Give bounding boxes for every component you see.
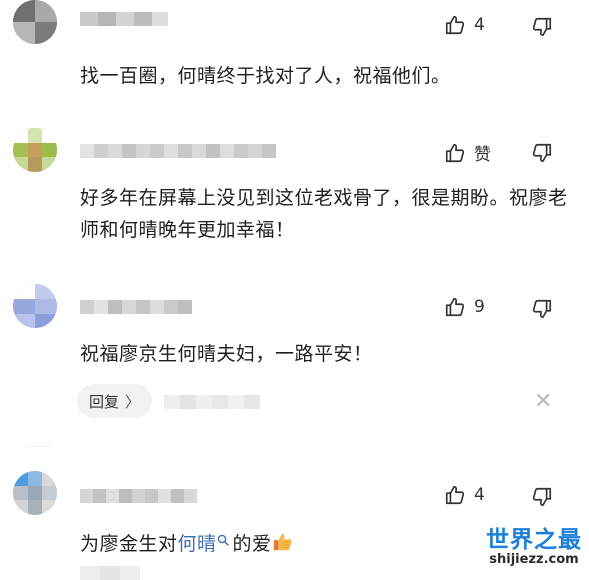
username-blurred	[80, 489, 197, 503]
like-label: 赞	[474, 145, 491, 165]
thumbs-down-icon	[532, 143, 552, 163]
thumbs-up-icon	[445, 15, 465, 35]
like-button[interactable]: 9	[444, 296, 485, 318]
reply-preview-blurred	[164, 395, 260, 409]
chevron-right-icon: 〉	[125, 392, 141, 411]
thumbs-down-icon	[532, 17, 552, 37]
like-count: 4	[474, 15, 485, 35]
keyword-link[interactable]: 何晴	[178, 533, 217, 555]
thumbs-down-icon	[532, 299, 552, 319]
dislike-button[interactable]	[531, 298, 553, 324]
comment-text: 祝福廖京生何晴夫妇，一路平安！	[80, 343, 373, 365]
dislike-button[interactable]	[531, 16, 553, 42]
search-icon[interactable]	[217, 534, 229, 546]
avatar[interactable]	[13, 128, 57, 172]
dislike-button[interactable]	[531, 486, 553, 512]
like-count: 4	[474, 485, 485, 505]
avatar[interactable]	[13, 0, 57, 44]
username-blurred	[80, 12, 168, 26]
thumbs-up-icon	[445, 143, 465, 162]
reply-label: 回复	[89, 392, 120, 411]
username-blurred	[80, 144, 276, 158]
watermark-title: 世界之最	[486, 527, 582, 553]
comment-text: 找一百圈，何晴终于找对了人，祝福他们。	[80, 65, 451, 87]
comment-text: 好多年在屏幕上没见到这位老戏骨了，很是期盼。祝廖老师和何晴晚年更加幸福！	[80, 187, 568, 241]
watermark-logo: 世界之最 shijiezz.com	[486, 527, 582, 567]
avatar[interactable]	[13, 284, 57, 328]
reply-preview-blurred	[80, 566, 140, 580]
divider	[26, 446, 50, 447]
username-blurred	[80, 300, 192, 314]
close-icon[interactable]: ✕	[534, 391, 552, 413]
thumbs-up-icon	[445, 297, 465, 317]
like-button[interactable]: 4	[444, 484, 485, 506]
comment-text-pre: 为廖金生对	[80, 533, 178, 555]
dislike-button[interactable]	[531, 142, 553, 168]
avatar[interactable]	[13, 471, 57, 515]
watermark-url: shijiezz.com	[489, 552, 579, 567]
comment-text-post: 的爱	[232, 533, 272, 555]
like-button[interactable]: 赞	[444, 140, 491, 165]
thumbs-up-emoji	[273, 533, 292, 551]
like-button[interactable]: 4	[444, 14, 485, 36]
like-count: 9	[474, 297, 485, 317]
thumbs-down-icon	[532, 487, 552, 507]
reply-button[interactable]: 回复 〉	[77, 384, 153, 418]
thumbs-up-icon	[445, 485, 465, 505]
